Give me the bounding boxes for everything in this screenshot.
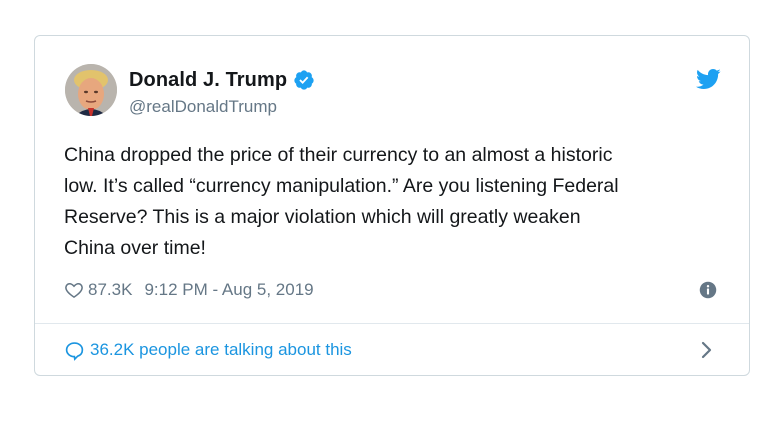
- verified-badge-icon: [294, 70, 314, 90]
- tweet-text: China dropped the price of their currenc…: [64, 144, 619, 259]
- user-handle[interactable]: @realDonaldTrump: [129, 97, 277, 117]
- speech-bubble-icon: [65, 341, 84, 361]
- heart-icon[interactable]: [64, 280, 84, 300]
- divider: [35, 323, 749, 324]
- conversation-link[interactable]: 36.2K people are talking about this: [64, 336, 352, 364]
- avatar[interactable]: [65, 64, 117, 116]
- timestamp[interactable]: 9:12 PM - Aug 5, 2019: [144, 280, 313, 300]
- talking-count-text[interactable]: 36.2K people are talking about this: [90, 340, 352, 360]
- twitter-bird-icon[interactable]: [695, 66, 721, 92]
- tweet-card[interactable]: Donald J. Trump @realDonaldTrump China d…: [34, 35, 750, 376]
- user-name-row[interactable]: Donald J. Trump: [129, 67, 315, 93]
- chevron-right-icon[interactable]: [699, 340, 715, 360]
- display-name[interactable]: Donald J. Trump: [129, 69, 287, 92]
- info-icon[interactable]: [699, 281, 717, 299]
- tweet-meta: 87.3K 9:12 PM - Aug 5, 2019: [64, 278, 314, 302]
- avatar-image: [65, 64, 117, 116]
- like-count[interactable]: 87.3K: [88, 280, 132, 300]
